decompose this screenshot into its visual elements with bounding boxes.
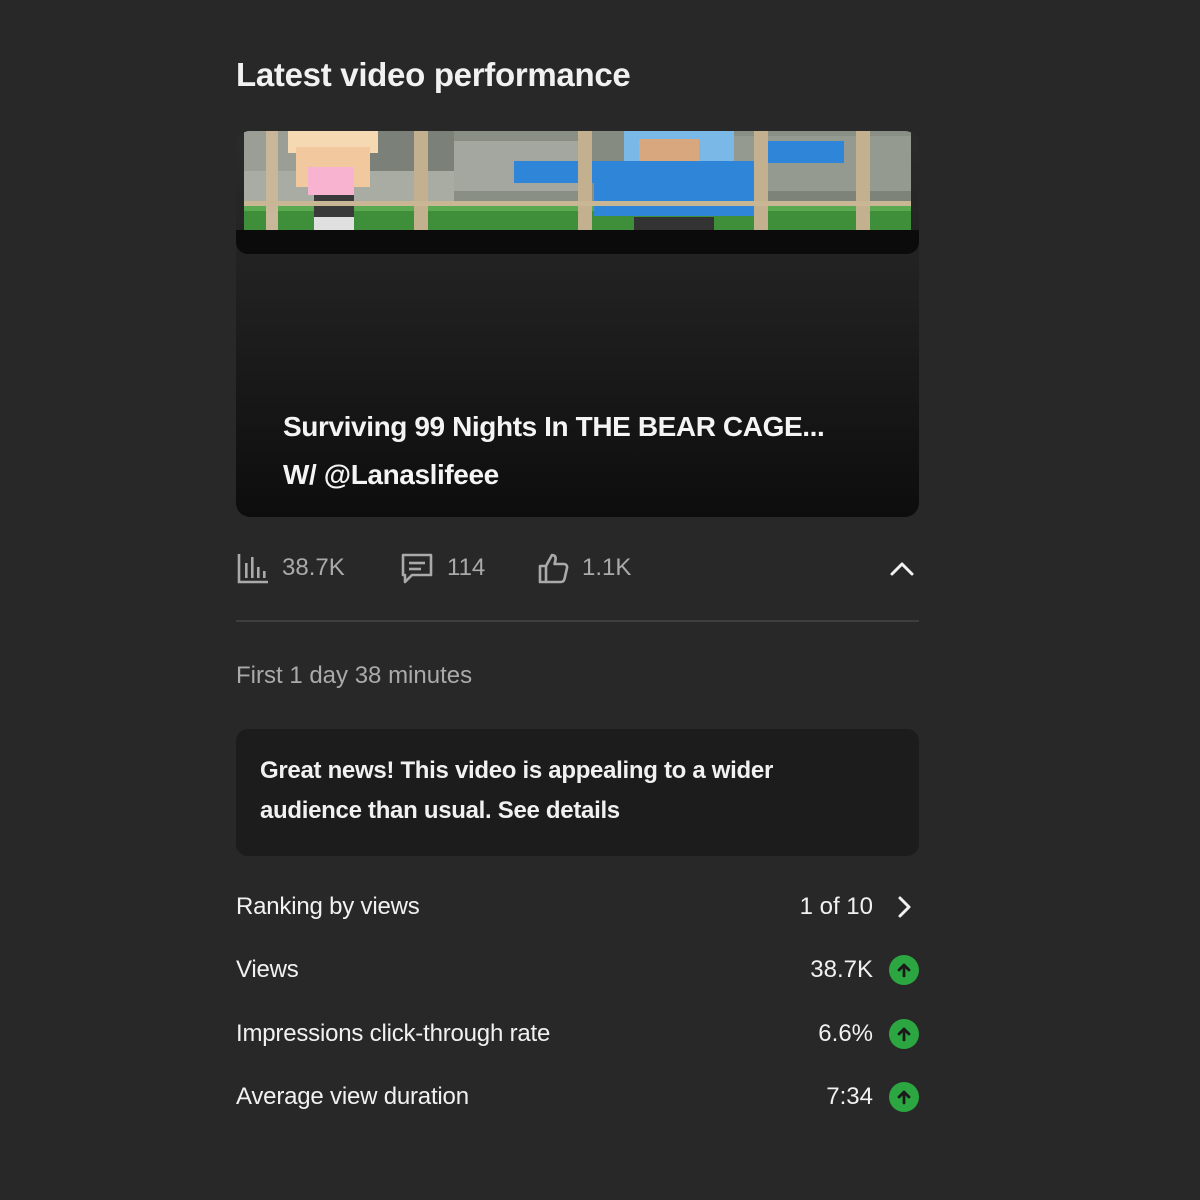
section-title: Latest video performance [236,56,631,93]
likes-stat: 1.1K [536,548,631,588]
likes-count: 1.1K [582,554,632,581]
video-stats-row: 38.7K 114 1.1K [236,548,919,588]
metric-row-views: Views 38.7K [236,950,919,990]
metric-row-ranking[interactable]: Ranking by views 1 of 10 [236,887,919,927]
chevron-right-icon[interactable] [889,892,919,922]
metric-value: 38.7K [810,956,873,983]
thumbnail-shadow-bar [236,230,919,254]
comments-stat: 114 [399,548,485,588]
time-period-label: First 1 day 38 minutes [236,662,473,689]
metric-row-avg-view-duration: Average view duration 7:34 [236,1077,919,1117]
metric-value: 6.6% [818,1020,873,1047]
metric-label: Average view duration [236,1083,469,1110]
bar-chart-icon [236,551,270,585]
arrow-up-icon [889,1082,919,1112]
arrow-up-icon [889,1019,919,1049]
metric-label: Ranking by views [236,893,420,920]
insight-notice-card[interactable]: Great news! This video is appealing to a… [236,729,919,856]
metric-row-ctr: Impressions click-through rate 6.6% [236,1014,919,1054]
video-title[interactable]: Surviving 99 Nights In THE BEAR CAGE... … [283,403,883,499]
thumbs-up-icon [536,551,570,585]
video-card[interactable]: Surviving 99 Nights In THE BEAR CAGE... … [236,131,919,517]
metric-value: 1 of 10 [799,893,873,920]
comment-icon [399,551,435,585]
video-title-line-1: Surviving 99 Nights In THE BEAR CAGE... [283,411,825,442]
arrow-up-icon [889,955,919,985]
divider [236,620,919,622]
metric-label: Impressions click-through rate [236,1020,551,1047]
video-title-line-2: W/ @Lanaslifeee [283,459,499,490]
comments-count: 114 [447,554,486,581]
views-count: 38.7K [282,554,345,581]
collapse-chevron-up-icon[interactable] [887,554,917,584]
views-stat: 38.7K [236,548,345,588]
metric-value: 7:34 [826,1083,873,1110]
insight-notice-text[interactable]: Great news! This video is appealing to a… [260,751,820,831]
metric-label: Views [236,956,299,983]
video-thumbnail[interactable] [244,131,911,231]
